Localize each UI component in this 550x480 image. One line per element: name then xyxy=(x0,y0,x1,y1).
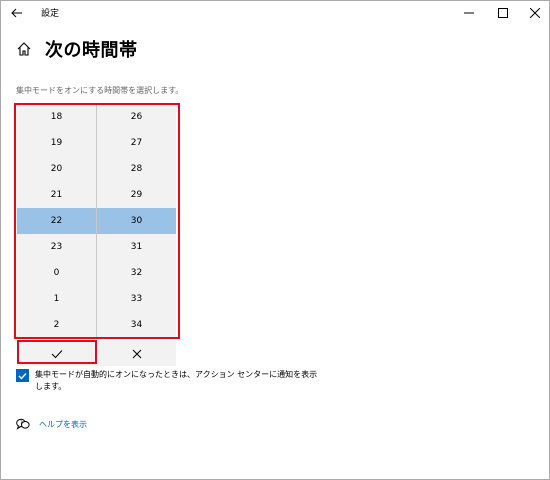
svg-text:?: ? xyxy=(20,421,23,427)
checkmark-icon xyxy=(51,349,62,358)
window-title: 設定 xyxy=(41,9,60,19)
accept-button[interactable] xyxy=(17,341,96,366)
right-hour-option[interactable]: 33 xyxy=(97,286,176,312)
right-hour-option[interactable]: 30 xyxy=(97,208,176,234)
help-link[interactable]: ヘルプを表示 xyxy=(39,419,87,430)
left-hour-option[interactable]: 22 xyxy=(17,208,96,234)
left-hour-option[interactable]: 21 xyxy=(17,182,96,208)
checkbox-label: 集中モードが自動的にオンになったときは、アクション センターに通知を表示します。 xyxy=(35,370,318,391)
minimize-button[interactable] xyxy=(453,1,485,25)
start-hour-column[interactable]: 18 19 20 21 22 23 0 1 2 xyxy=(17,103,96,338)
right-hour-option[interactable]: 26 xyxy=(97,104,176,130)
maximize-icon xyxy=(498,8,508,18)
left-hour-option[interactable]: 18 xyxy=(17,104,96,130)
close-window-button[interactable] xyxy=(519,1,550,25)
home-icon[interactable] xyxy=(16,41,32,57)
back-arrow-icon xyxy=(11,8,22,18)
right-hour-option[interactable]: 34 xyxy=(97,312,176,338)
settings-window: 設定 次の時間帯 集中モードをオンにする時間帯を選択します。 18 19 20 21 2… xyxy=(0,0,550,480)
left-hour-option[interactable]: 19 xyxy=(17,130,96,156)
left-hour-option[interactable]: 23 xyxy=(17,234,96,260)
time-picker[interactable]: 18 19 20 21 22 23 0 1 2 26 27 28 29 30 31 32 33 34 xyxy=(17,103,176,338)
checkbox-check-icon xyxy=(18,372,27,380)
right-hour-option[interactable]: 27 xyxy=(97,130,176,156)
right-hour-option[interactable]: 29 xyxy=(97,182,176,208)
notification-checkbox[interactable] xyxy=(16,369,29,382)
left-hour-option[interactable]: 1 xyxy=(17,286,96,312)
right-hour-option[interactable]: 31 xyxy=(97,234,176,260)
left-hour-option[interactable]: 0 xyxy=(17,260,96,286)
right-hour-option[interactable]: 32 xyxy=(97,260,176,286)
left-hour-option[interactable]: 2 xyxy=(17,312,96,338)
left-hour-option[interactable]: 20 xyxy=(17,156,96,182)
instruction-text: 集中モードをオンにする時間帯を選択します。 xyxy=(16,86,184,95)
close-window-icon xyxy=(530,8,540,18)
maximize-button[interactable] xyxy=(487,1,519,25)
end-hour-column[interactable]: 26 27 28 29 30 31 32 33 34 xyxy=(97,103,176,338)
help-chat-icon: ? xyxy=(16,418,30,430)
right-hour-option[interactable]: 28 xyxy=(97,156,176,182)
page-title: 次の時間帯 xyxy=(45,40,138,61)
close-icon xyxy=(132,349,141,358)
dismiss-button[interactable] xyxy=(97,341,176,366)
title-bar: 設定 xyxy=(1,1,549,25)
minimize-icon xyxy=(464,12,474,14)
back-button[interactable] xyxy=(1,1,33,25)
